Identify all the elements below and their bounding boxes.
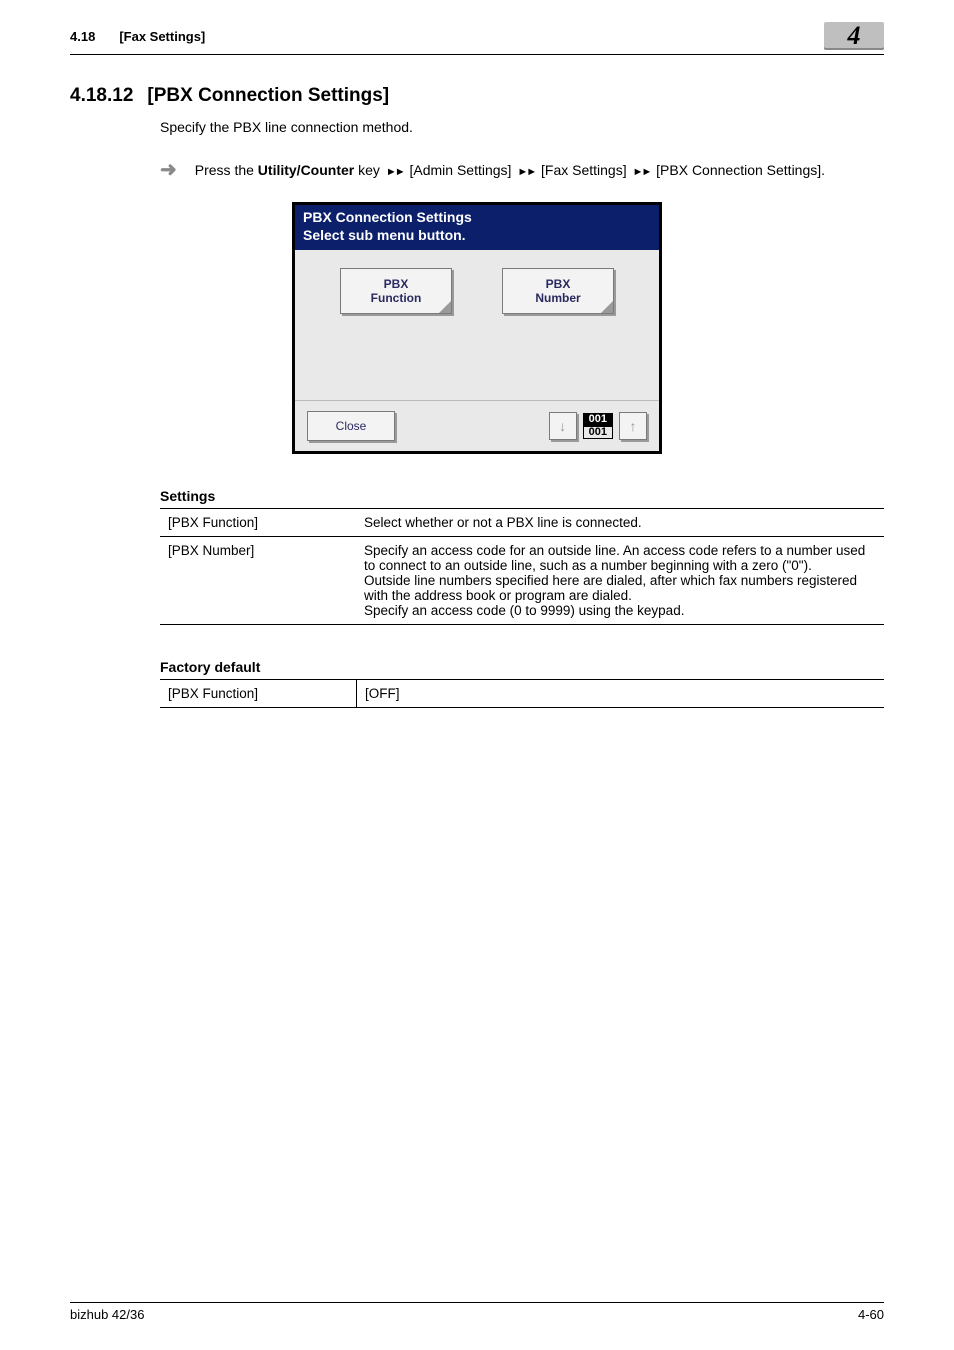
header-section-title: [Fax Settings] [119,29,205,44]
settings-key: [PBX Number] [160,537,356,625]
pbx-number-label-2: Number [535,291,580,305]
running-header: 4.18 [Fax Settings] 4 [70,22,884,50]
table-row: [PBX Function] Select whether or not a P… [160,509,884,537]
page-footer: bizhub 42/36 4-60 [70,1302,884,1322]
pager: ↓ 001 001 ↑ [549,412,647,440]
settings-table: [PBX Function] Select whether or not a P… [160,508,884,625]
navigation-step: ➜ Press the Utility/Counter key ►► [Admi… [160,157,884,182]
close-button[interactable]: Close [307,411,395,441]
heading-number: 4.18.12 [70,85,133,107]
dogear-icon [439,301,451,313]
heading-title: [PBX Connection Settings] [147,85,389,107]
factory-value: [OFF] [357,680,885,708]
chevron-icon: ►► [517,166,535,178]
device-title-line1: PBX Connection Settings [303,209,651,227]
step-bold: Utility/Counter [258,162,354,178]
pbx-number-label-1: PBX [535,277,580,291]
settings-label: Settings [160,488,884,504]
table-row: [PBX Function] [OFF] [160,680,884,708]
pbx-function-button[interactable]: PBX Function [340,268,452,314]
section-heading: 4.18.12 [PBX Connection Settings] [70,85,884,107]
page-down-button[interactable]: ↓ [549,412,577,440]
device-title: PBX Connection Settings Select sub menu … [295,205,659,250]
breadcrumb: [Fax Settings] [541,162,627,178]
device-screenshot: PBX Connection Settings Select sub menu … [292,202,662,454]
settings-desc: Select whether or not a PBX line is conn… [356,509,884,537]
table-row: [PBX Number] Specify an access code for … [160,537,884,625]
page-counter: 001 001 [583,413,613,439]
intro-text: Specify the PBX line connection method. [160,119,884,135]
step-arrow-icon: ➜ [160,157,177,182]
page-total: 001 [583,426,613,439]
device-title-line2: Select sub menu button. [303,227,651,245]
factory-default-label: Factory default [160,659,884,675]
dogear-icon [601,301,613,313]
chevron-icon: ►► [386,166,404,178]
page-current: 001 [583,413,613,426]
step-text: Press the Utility/Counter key ►► [Admin … [195,162,825,178]
factory-key: [PBX Function] [160,680,357,708]
chevron-icon: ►► [632,166,650,178]
header-rule [70,54,884,55]
chapter-badge: 4 [824,22,884,50]
pbx-function-label-2: Function [371,291,422,305]
step-prefix: Press the [195,162,258,178]
footer-page-number: 4-60 [858,1307,884,1322]
breadcrumb: [Admin Settings] [410,162,512,178]
pbx-function-label-1: PBX [371,277,422,291]
footer-model: bizhub 42/36 [70,1307,144,1322]
settings-key: [PBX Function] [160,509,356,537]
settings-desc: Specify an access code for an outside li… [356,537,884,625]
step-after-bold: key [354,162,384,178]
pbx-number-button[interactable]: PBX Number [502,268,614,314]
page-up-button[interactable]: ↑ [619,412,647,440]
factory-default-table: [PBX Function] [OFF] [160,679,884,708]
header-section-number: 4.18 [70,29,95,44]
breadcrumb: [PBX Connection Settings]. [656,162,825,178]
